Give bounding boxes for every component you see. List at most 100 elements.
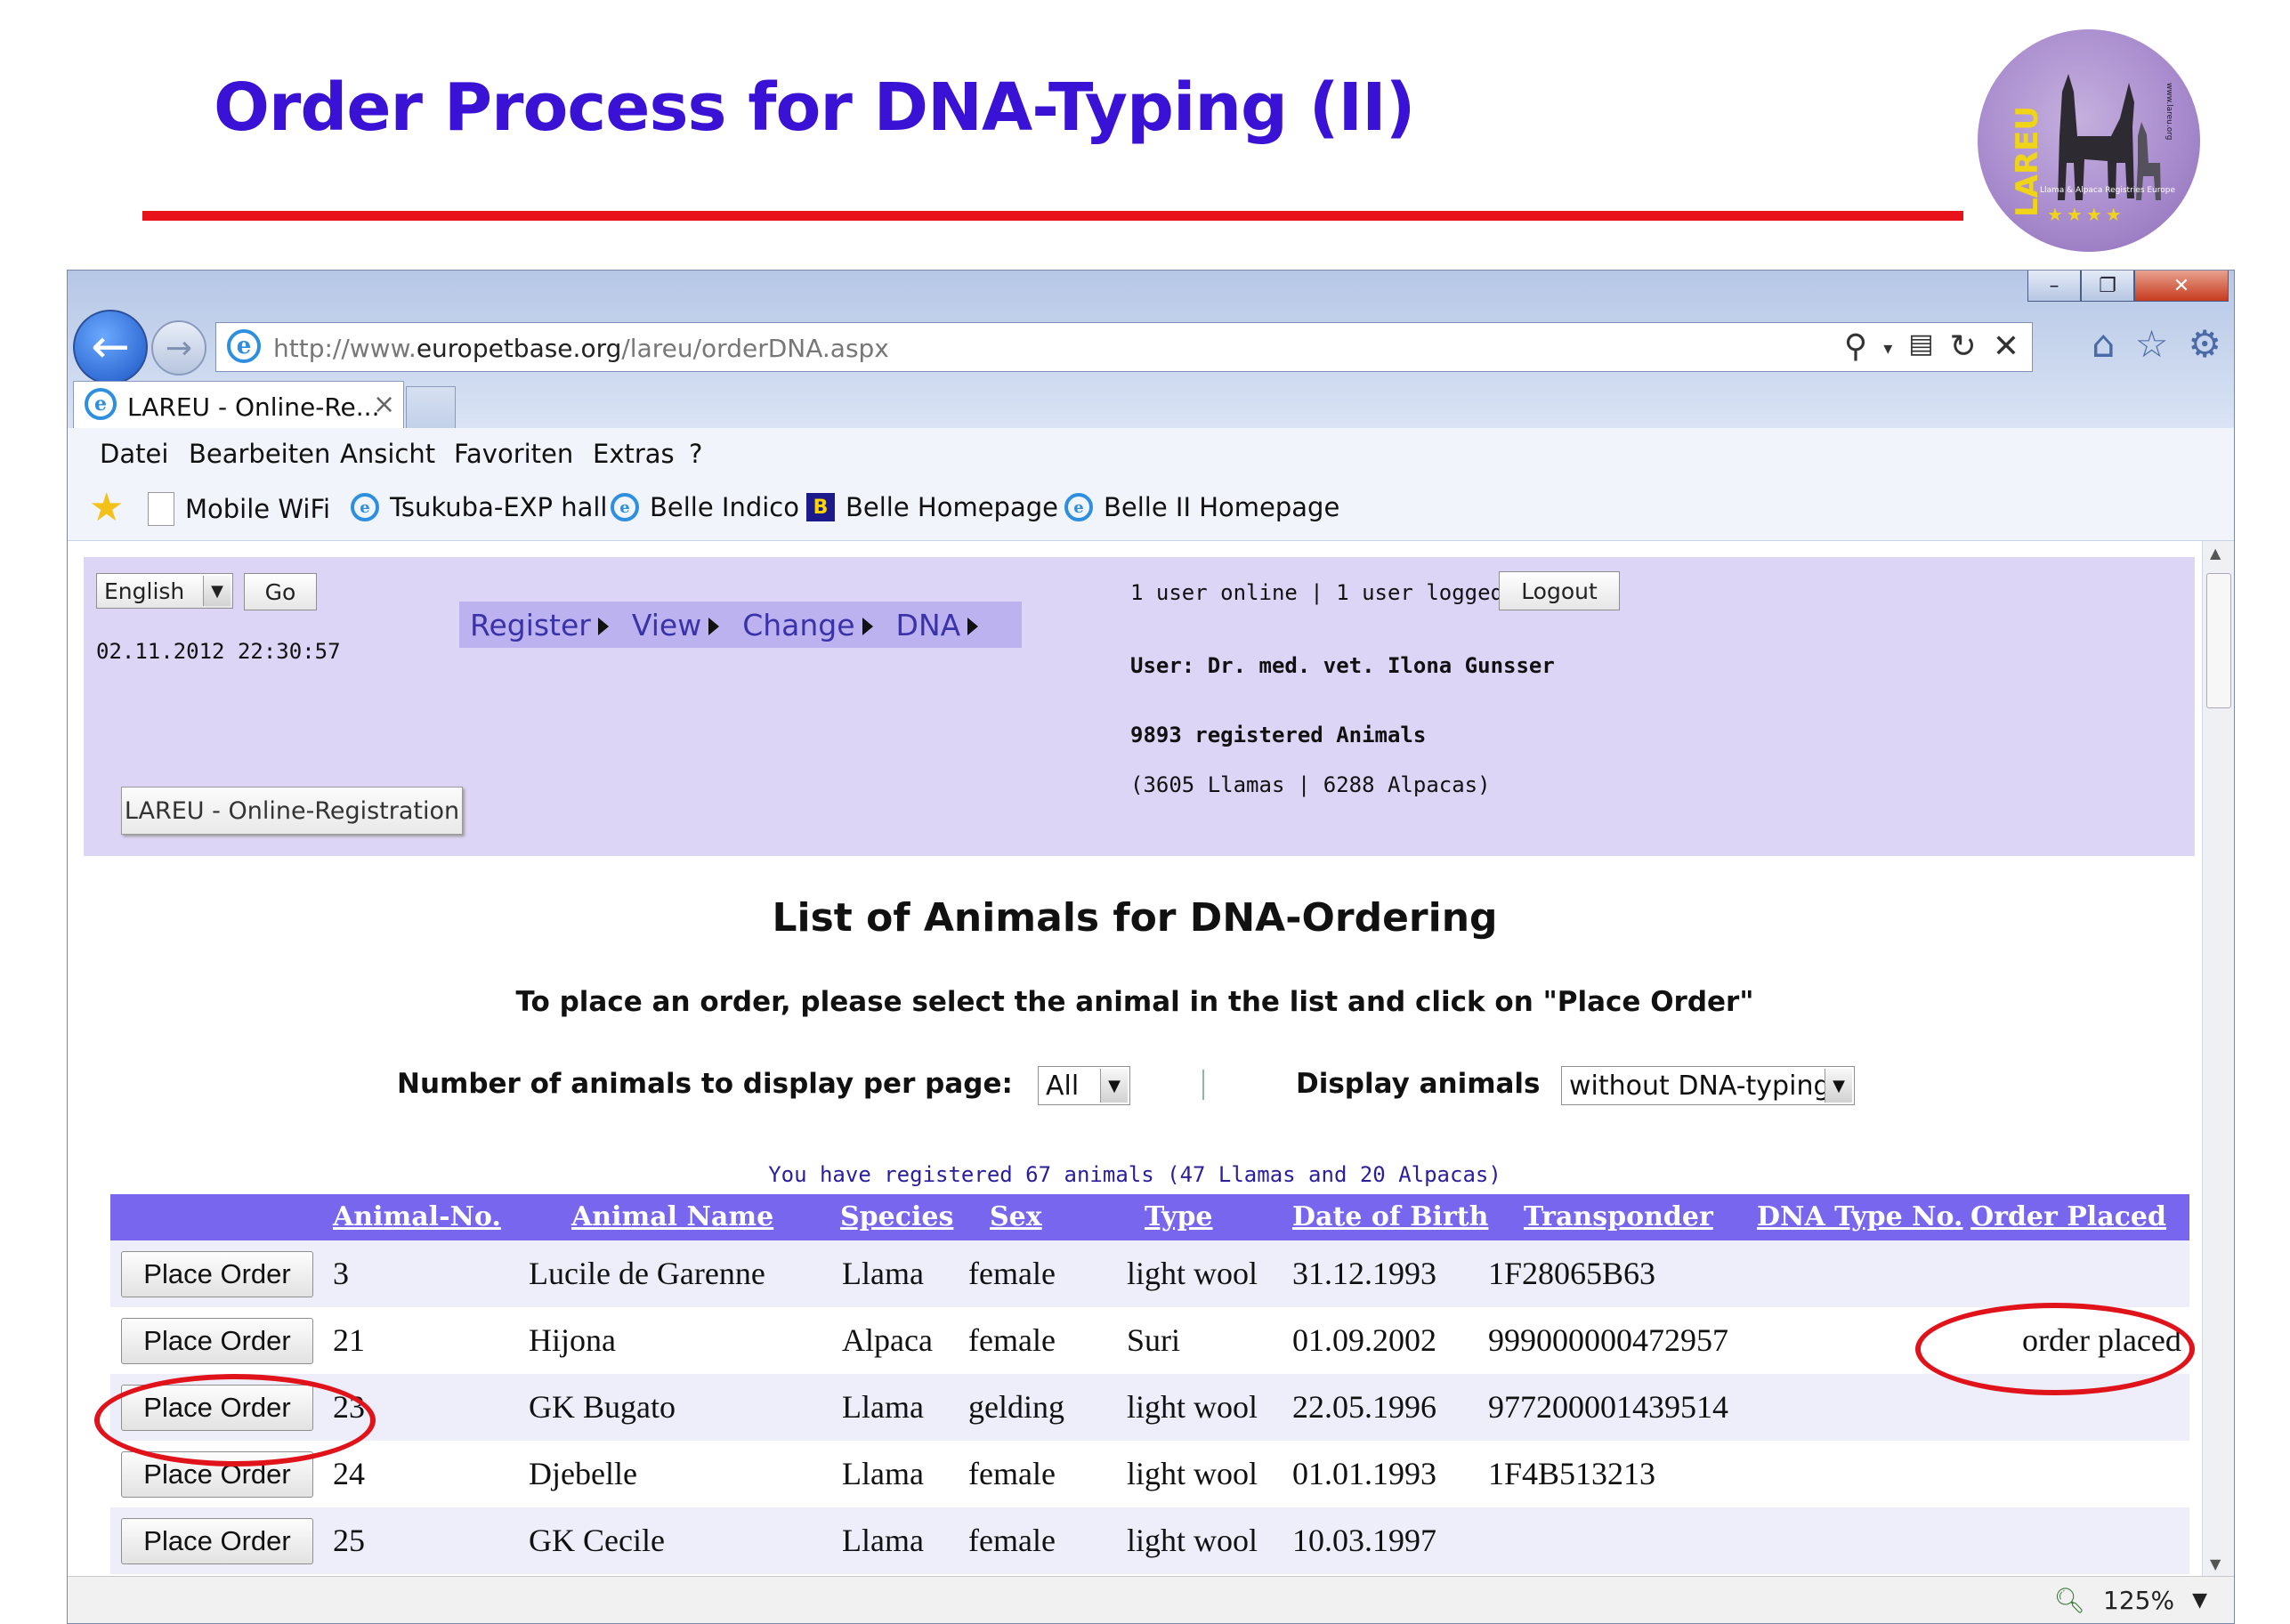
fav-belle2-homepage[interactable]: e Belle II Homepage [1064,492,1339,522]
online-registration-button[interactable]: LAREU - Online-Registration [121,787,463,835]
place-order-button[interactable]: Place Order [121,1518,313,1564]
site-menu: Register View Change DNA [459,602,1022,648]
col-sex[interactable]: Sex [990,1201,1042,1232]
logo-subtitle: Llama & Alpaca Registries Europe [2040,186,2176,195]
vertical-scrollbar[interactable]: ▲ ▼ [2202,541,2234,1576]
cell-species: Alpaca [842,1322,933,1358]
col-transponder[interactable]: Transponder [1524,1201,1713,1232]
belle-icon: B [806,493,835,521]
col-date-of-birth[interactable]: Date of Birth [1292,1201,1488,1232]
menu-ansicht[interactable]: Ansicht [340,439,435,469]
cell-species: Llama [842,1256,924,1291]
fav-mobile-wifi[interactable]: Mobile WiFi [148,492,330,526]
window-controls: – ❐ ✕ [2027,271,2229,303]
ie-icon: e [611,493,639,521]
refresh-icon[interactable]: ↻ [1950,328,1977,365]
cell-species: Llama [842,1389,924,1425]
display-controls: Number of animals to display per page: A… [68,1055,2202,1109]
cell-type: light wool [1127,1389,1258,1425]
separator [1202,1070,1204,1100]
forward-arrow-icon[interactable]: → [151,320,206,376]
col-type[interactable]: Type [1145,1201,1213,1232]
title-underline [142,211,1963,221]
browser-tools: ⌂ ☆ ⚙ [2092,322,2221,366]
col-animal-name[interactable]: Animal Name [571,1201,773,1232]
cell-sex: gelding [968,1389,1064,1425]
cell-animal-name: Hijona [529,1322,616,1358]
menu-register[interactable]: Register [470,608,609,642]
col-animal-no[interactable]: Animal-No. [333,1201,501,1232]
favorites-add-icon[interactable]: ★ [89,485,124,530]
cell-animal-name: Djebelle [529,1456,637,1491]
tab-close-icon[interactable]: × [373,389,395,420]
cell-type: light wool [1127,1256,1258,1291]
close-window-icon[interactable]: ✕ [2134,271,2229,302]
page-content: English ▼ Go 02.11.2012 22:30:57 Registe… [68,541,2202,1576]
menu-datei[interactable]: Datei [100,439,168,469]
display-label: Display animals [1296,1068,1541,1100]
gear-icon[interactable]: ⚙ [2188,322,2221,366]
instruction-text: To place an order, please select the ani… [515,986,1754,1018]
compat-view-icon[interactable]: ▤ [1908,328,1933,365]
fav-belle-homepage[interactable]: B Belle Homepage [806,492,1058,522]
zoom-control[interactable]: 🔍︎ 125% ▼ [2053,1586,2207,1615]
menu-extras[interactable]: Extras [593,439,675,469]
menu-view[interactable]: View [632,608,720,642]
page-icon [148,492,174,526]
cell-type: light wool [1127,1456,1258,1491]
language-select[interactable]: English ▼ [96,573,233,609]
stop-icon[interactable]: ✕ [1993,328,2019,365]
cell-transponder: 1F28065B63 [1488,1256,1656,1291]
scroll-down-icon[interactable]: ▼ [2210,1555,2221,1572]
browser-window: – ❐ ✕ ← → e http://www.europetbase.org/l… [67,270,2235,1624]
menu-favoriten[interactable]: Favoriten [454,439,573,469]
fav-tsukuba[interactable]: e Tsukuba-EXP hall [351,492,608,522]
cell-type: light wool [1127,1523,1258,1558]
menu-bearbeiten[interactable]: Bearbeiten [189,439,330,469]
user-status: 1 user online | 1 user logged in [1130,580,1542,605]
place-order-button[interactable]: Place Order [121,1318,313,1364]
cell-date-of-birth: 01.01.1993 [1292,1456,1436,1491]
col-order-placed[interactable]: Order Placed [1970,1201,2166,1232]
go-button[interactable]: Go [244,573,317,610]
place-order-button[interactable]: Place Order [121,1251,313,1297]
url-text[interactable]: http://www.europetbase.org/lareu/orderDN… [273,334,889,363]
new-tab-button[interactable] [406,386,456,428]
star-row-icon: ★★★★ [2047,204,2125,225]
dropdown-icon[interactable]: ▾ [1883,337,1892,365]
scroll-up-icon[interactable]: ▲ [2210,545,2221,562]
back-arrow-icon[interactable]: ← [73,310,148,384]
logout-button[interactable]: Logout [1499,571,1620,610]
search-icon[interactable]: ⚲ [1844,328,1867,365]
browser-tab[interactable]: e LAREU - Online-Re... × [73,381,404,428]
menu-bar: Datei Bearbeiten Ansicht Favoriten Extra… [68,428,2234,480]
registered-animals: 9893 registered Animals [1130,723,1427,747]
menu-dna[interactable]: DNA [896,608,979,642]
chevron-down-icon: ▼ [2192,1589,2207,1612]
menu-help[interactable]: ? [689,439,702,469]
col-dna-type-no[interactable]: DNA Type No. [1757,1201,1962,1232]
cell-animal-no: 24 [333,1456,365,1491]
table-row: Place Order 24 Djebelle Llama female light wo… [110,1441,2189,1507]
highlight-ellipse [94,1374,376,1466]
menu-change[interactable]: Change [742,608,873,642]
col-species[interactable]: Species [840,1201,953,1232]
per-page-select[interactable]: All ▼ [1038,1066,1130,1105]
scroll-thumb[interactable] [2206,573,2231,708]
list-title: List of Animals for DNA-Ordering [772,895,1498,941]
cell-animal-no: 25 [333,1523,365,1558]
address-bar[interactable]: e http://www.europetbase.org/lareu/order… [215,322,2033,372]
fav-belle-indico[interactable]: e Belle Indico [611,492,799,522]
minimize-icon[interactable]: – [2027,271,2081,302]
restore-icon[interactable]: ❐ [2081,271,2134,302]
ie-icon: e [227,329,261,363]
cell-transponder: 999000000472957 [1488,1322,1728,1358]
table-row: Place Order 21 Hijona Alpaca female Suri 01.09… [110,1307,2189,1374]
display-filter-select[interactable]: without DNA-typing ▼ [1561,1066,1855,1105]
highlight-ellipse [1915,1303,2195,1395]
home-icon[interactable]: ⌂ [2092,322,2116,366]
favorites-star-icon[interactable]: ☆ [2135,322,2169,366]
language-value: English [104,578,185,604]
cell-transponder: 977200001439514 [1488,1389,1728,1425]
cell-animal-name: GK Bugato [529,1389,676,1425]
